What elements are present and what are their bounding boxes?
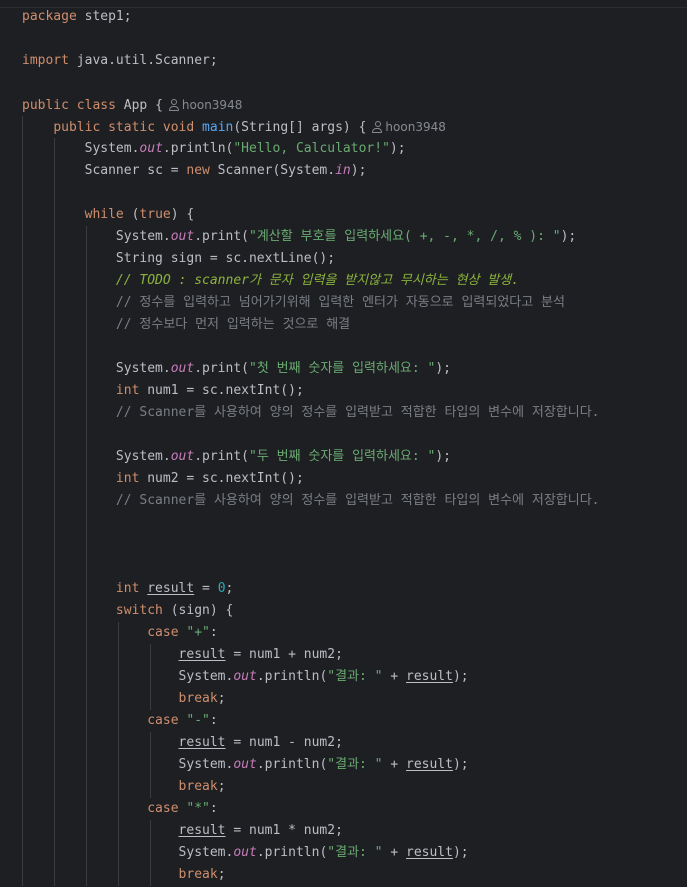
keyword-void: void <box>162 120 195 135</box>
user-icon <box>372 121 383 133</box>
code-line-34[interactable]: result = num1 - num2; <box>22 732 687 754</box>
code-line-36[interactable]: break; <box>22 776 687 798</box>
variable-result: result <box>147 581 195 596</box>
code-line-18[interactable]: int num1 = sc.nextInt(); <box>22 380 687 402</box>
code-line-32[interactable]: break; <box>22 688 687 710</box>
keyword-import: import <box>22 53 69 68</box>
code-line-40[interactable]: break; <box>22 864 687 886</box>
keyword-static: static <box>108 120 156 135</box>
code-line-30[interactable]: result = num1 + num2; <box>22 644 687 666</box>
code-line-10[interactable]: while (true) { <box>22 204 687 226</box>
code-line-29[interactable]: case "+": <box>22 622 687 644</box>
code-line-7[interactable]: System.out.println("Hello, Calculator!")… <box>22 138 687 160</box>
main-signature: (String[] args) { <box>233 120 367 135</box>
code-line-19[interactable]: // Scanner를 사용하여 양의 정수를 입력받고 적합한 타입의 변수에… <box>22 402 687 424</box>
keyword-case: case <box>147 625 179 640</box>
code-line-21[interactable]: System.out.print("두 번째 숫자를 입력하세요: "); <box>22 446 687 468</box>
code-line-20[interactable] <box>22 424 687 446</box>
code-area[interactable]: package step1; import java.util.Scanner;… <box>22 6 687 886</box>
keyword-class: class <box>76 98 116 113</box>
code-editor[interactable]: package step1; import java.util.Scanner;… <box>0 0 687 887</box>
code-line-12[interactable]: String sign = sc.nextLine(); <box>22 248 687 270</box>
code-line-28[interactable]: switch (sign) { <box>22 600 687 622</box>
code-line-22[interactable]: int num2 = sc.nextInt(); <box>22 468 687 490</box>
code-line-24[interactable] <box>22 512 687 534</box>
code-line-4[interactable] <box>22 72 687 94</box>
comment: // 정수를 입력하고 넘어가기위해 입력한 엔터가 자동으로 입력되었다고 분… <box>115 295 565 310</box>
code-line-25[interactable] <box>22 534 687 556</box>
code-line-17[interactable]: System.out.print("첫 번째 숫자를 입력하세요: "); <box>22 358 687 380</box>
import-name: java.util.Scanner; <box>68 53 218 68</box>
keyword-public: public <box>22 98 69 113</box>
keyword-package: package <box>22 9 77 24</box>
keyword-break: break <box>178 691 218 706</box>
code-line-13[interactable]: // TODO : scanner가 문자 입력을 받지않고 무시하는 현상 발… <box>22 270 687 292</box>
code-line-5[interactable]: public class App { hoon3948 <box>22 94 687 116</box>
string-sign-prompt: "계산할 부호를 입력하세요( +, -, *, /, % ): " <box>249 229 561 244</box>
string-num2-prompt: "두 번째 숫자를 입력하세요: " <box>249 449 436 464</box>
code-line-27[interactable]: int result = 0; <box>22 578 687 600</box>
code-line-15[interactable]: // 정수보다 먼저 입력하는 것으로 해결 <box>22 314 687 336</box>
keyword-while: while <box>84 207 124 222</box>
code-line-26[interactable] <box>22 556 687 578</box>
keyword-int: int <box>115 383 140 398</box>
code-line-14[interactable]: // 정수를 입력하고 넘어가기위해 입력한 엔터가 자동으로 입력되었다고 분… <box>22 292 687 314</box>
code-line-9[interactable] <box>22 182 687 204</box>
comment: // Scanner를 사용하여 양의 정수를 입력받고 적합한 타입의 변수에… <box>115 405 600 420</box>
author-name: hoon3948 <box>385 120 446 134</box>
code-line-33[interactable]: case "-": <box>22 710 687 732</box>
code-line-2[interactable] <box>22 28 687 50</box>
class-name: App { <box>115 98 163 113</box>
comment: // Scanner를 사용하여 양의 정수를 입력받고 적합한 타입의 변수에… <box>115 493 600 508</box>
string-hello: "Hello, Calculator!" <box>233 141 390 156</box>
code-line-1[interactable]: package step1; <box>22 6 687 28</box>
string-num1-prompt: "첫 번째 숫자를 입력하세요: " <box>249 361 436 376</box>
code-line-6[interactable]: public static void main(String[] args) {… <box>22 116 687 138</box>
code-line-37[interactable]: case "*": <box>22 798 687 820</box>
code-line-16[interactable] <box>22 336 687 358</box>
user-icon <box>168 99 179 111</box>
code-line-31[interactable]: System.out.println("결과: " + result); <box>22 666 687 688</box>
code-line-8[interactable]: Scanner sc = new Scanner(System.in); <box>22 160 687 182</box>
author-name: hoon3948 <box>181 98 243 112</box>
indent-guide <box>22 116 23 138</box>
package-name: step1; <box>76 9 132 24</box>
keyword-switch: switch <box>115 603 163 618</box>
code-line-11[interactable]: System.out.print("계산할 부호를 입력하세요( +, -, *… <box>22 226 687 248</box>
number-zero: 0 <box>217 581 226 596</box>
method-main: main <box>202 120 234 135</box>
code-line-35[interactable]: System.out.println("결과: " + result); <box>22 754 687 776</box>
code-line-39[interactable]: System.out.println("결과: " + result); <box>22 842 687 864</box>
code-line-23[interactable]: // Scanner를 사용하여 양의 정수를 입력받고 적합한 타입의 변수에… <box>22 490 687 512</box>
todo-comment: // TODO : scanner가 문자 입력을 받지않고 무시하는 현상 발… <box>115 273 520 288</box>
code-line-3[interactable]: import java.util.Scanner; <box>22 50 687 72</box>
keyword-new: new <box>186 163 210 178</box>
code-line-38[interactable]: result = num1 * num2; <box>22 820 687 842</box>
author-inlay-hint[interactable]: hoon3948 <box>168 98 243 112</box>
comment: // 정수보다 먼저 입력하는 것으로 해결 <box>115 317 351 332</box>
author-inlay-hint-main[interactable]: hoon3948 <box>372 120 446 134</box>
keyword-true: true <box>139 207 171 222</box>
